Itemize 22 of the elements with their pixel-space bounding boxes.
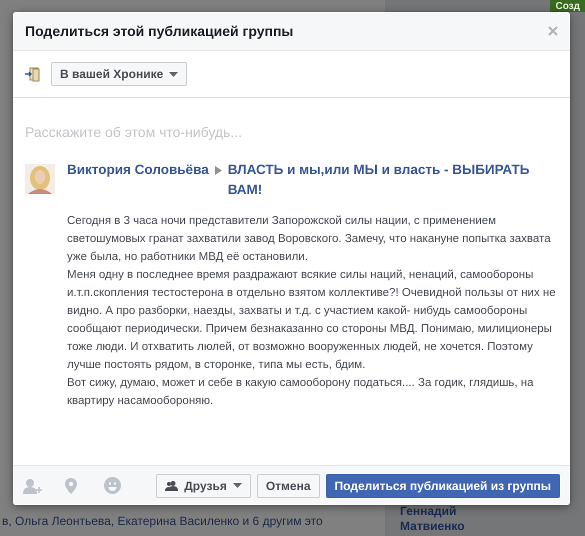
post-paragraph: Вот сижу, думаю, может и себе в какую самооборону податься.... За годик, глядишь, на квартиру насамообороняю.: [67, 376, 535, 409]
share-button[interactable]: Поделиться публикацией из группы: [326, 474, 560, 498]
tag-people-icon[interactable]: [23, 478, 43, 494]
close-icon[interactable]: [548, 26, 558, 36]
create-button[interactable]: Созд: [550, 0, 585, 12]
friends-icon: [165, 480, 178, 490]
triangle-icon: [214, 166, 222, 175]
post-paragraph: Сегодня в 3 часа ночи представители Запорожской силы нации, с применением светошумовых гранат захватили завод Воровского. Замечу, что накануне попытка захвата уже была, но работники МВД её остановили.: [67, 214, 552, 265]
author-link[interactable]: Виктория Соловьёва: [67, 160, 209, 180]
smiley-icon[interactable]: [104, 477, 121, 494]
cancel-button[interactable]: Отмена: [256, 474, 320, 498]
location-pin-icon[interactable]: [65, 478, 77, 494]
timeline-dropdown[interactable]: В вашей Хронике: [51, 62, 188, 86]
caret-icon: [232, 483, 242, 488]
post-paragraph: Меня одну в последнее время раздражают всякие силы наций, ненаций, самообороны и.т.п.скопления тестостерона в отдельно взятом коллективе?! Очевидной пользы от них не видно. А про разборки, наезды, захваты и т.д. с участием какой- нибудь самообороны сообщают периодически. Причем безнаказанно со стороны МВД. Понимаю, милиционеры тоже люди. И отхватить люлей, от возможно вооруженных людей, не хочется. Поэтому лучше постоять рядом, в сторонке, типа мы есть, бдим.: [67, 268, 557, 373]
likes-text: в, Ольга Леонтьева, Екатерина Василенко и 6 другим это: [1, 513, 324, 530]
share-icon: [25, 66, 41, 82]
group-link[interactable]: ВЛАСТЬ и мы,или МЫ и власть - ВЫБИРАТЬ ВАМ!: [228, 160, 558, 200]
privacy-dropdown[interactable]: Друзья: [156, 474, 251, 498]
dialog-title: Поделиться этой публикацией группы: [25, 22, 294, 41]
comment-field[interactable]: Расскажите об этом что-нибудь...: [25, 116, 558, 148]
caret-icon: [169, 72, 178, 76]
